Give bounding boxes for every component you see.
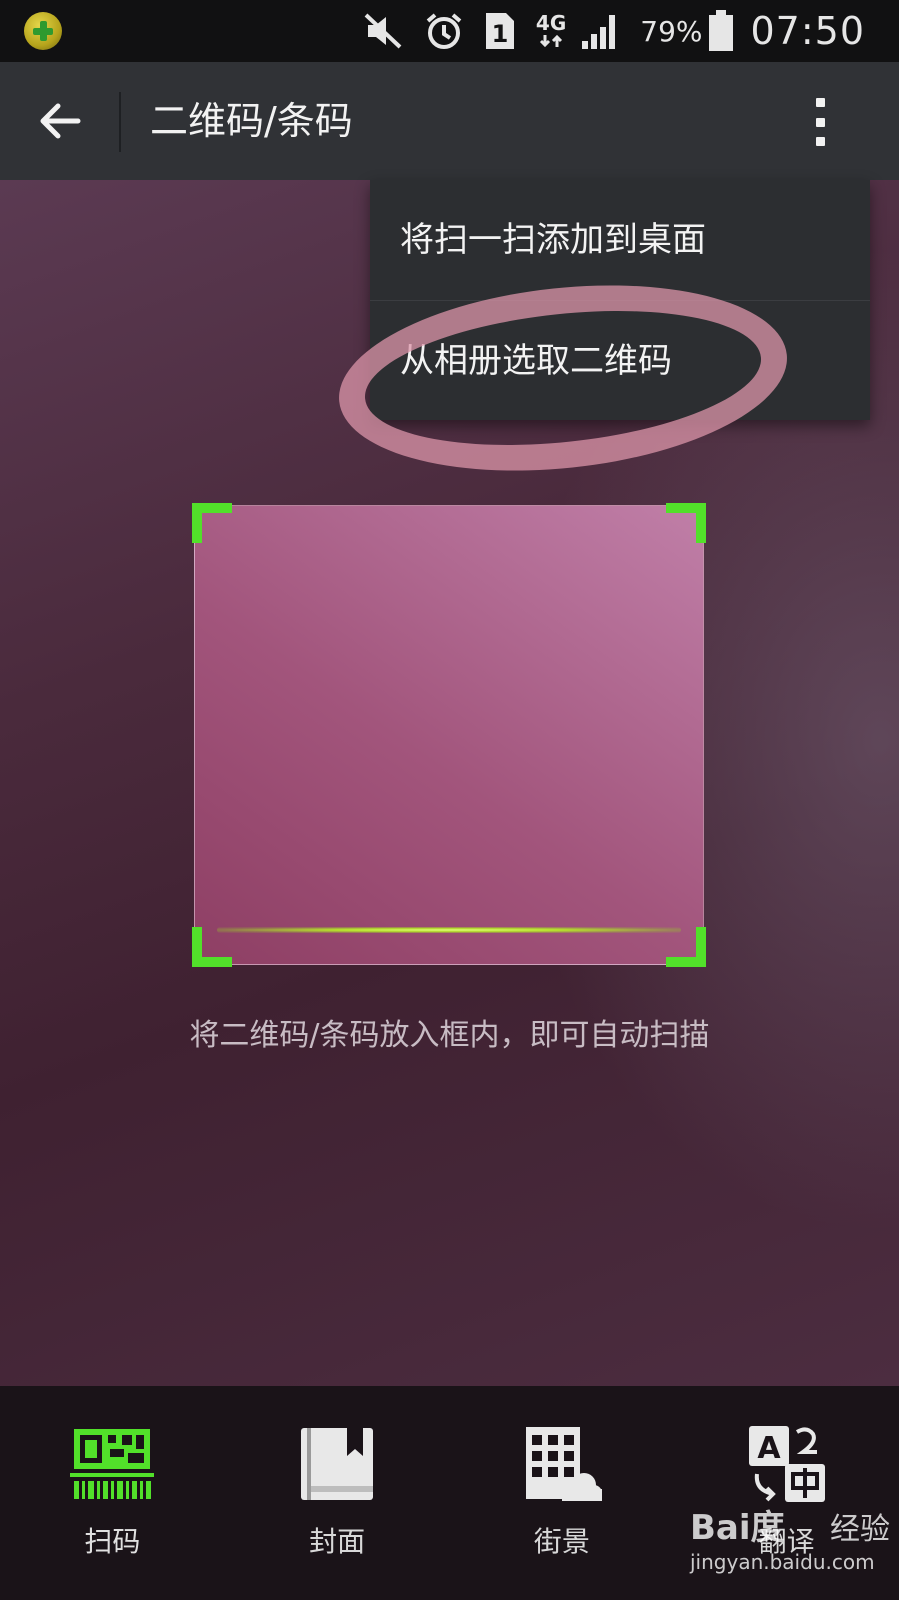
more-dot-icon [815,117,825,127]
nav-label-scan: 扫码 [84,1525,141,1558]
qr-scan-icon [67,1422,157,1506]
scan-corner-bottom-right [666,927,706,967]
nav-item-cover[interactable]: 封面 [225,1386,450,1600]
signal-icon [580,11,620,51]
status-bar: 1 4G 79% 07:50 [0,0,899,62]
scan-corner-top-left [192,503,232,543]
nav-label-street-view: 街景 [533,1525,590,1558]
more-dot-icon [815,137,825,146]
bottom-nav: 扫码 封面 街景 A 翻译 [0,1386,899,1600]
menu-item-select-from-album[interactable]: 从相册选取二维码 [370,300,870,420]
status-icons: 1 4G 79% 07:50 [362,0,899,62]
scan-hint: 将二维码/条码放入框内，即可自动扫描 [189,1018,710,1053]
battery-icon [708,10,734,51]
back-button[interactable] [30,94,90,148]
nav-item-street-view[interactable]: 街景 [450,1386,675,1600]
sim-slot-label: 1 [492,20,509,48]
page-title: 二维码/条码 [150,99,353,143]
battery-percent: 79% [640,14,703,48]
sim-icon: 1 [484,11,516,51]
scan-corner-bottom-left [192,927,232,967]
more-options-button[interactable] [800,94,840,150]
more-dot-icon [815,98,825,107]
nav-item-scan[interactable]: 扫码 [0,1386,225,1600]
toolbar: 二维码/条码 [0,62,899,180]
scan-frame [192,503,706,967]
network-4g-icon: 4G [536,11,566,51]
translate-icon: A [742,1422,832,1506]
nav-item-translate[interactable]: A 翻译 [674,1386,899,1600]
nav-label-cover: 封面 [309,1525,366,1558]
clock: 07:50 [750,9,865,53]
alarm-icon [424,11,464,51]
svg-text:A: A [757,1431,781,1466]
overflow-menu: 将扫一扫添加到桌面 从相册选取二维码 [370,180,870,420]
menu-item-add-to-desktop[interactable]: 将扫一扫添加到桌面 [370,180,870,300]
street-view-icon [517,1422,607,1506]
toolbar-divider [119,92,121,152]
network-type-label: 4G [535,11,567,35]
mute-icon [362,11,404,51]
nav-label-translate: 翻译 [758,1525,815,1558]
scan-corner-top-right [666,503,706,543]
book-cover-icon [292,1422,382,1506]
scan-line [217,927,681,933]
app-security-icon [24,12,62,50]
arrow-left-icon [40,103,81,139]
